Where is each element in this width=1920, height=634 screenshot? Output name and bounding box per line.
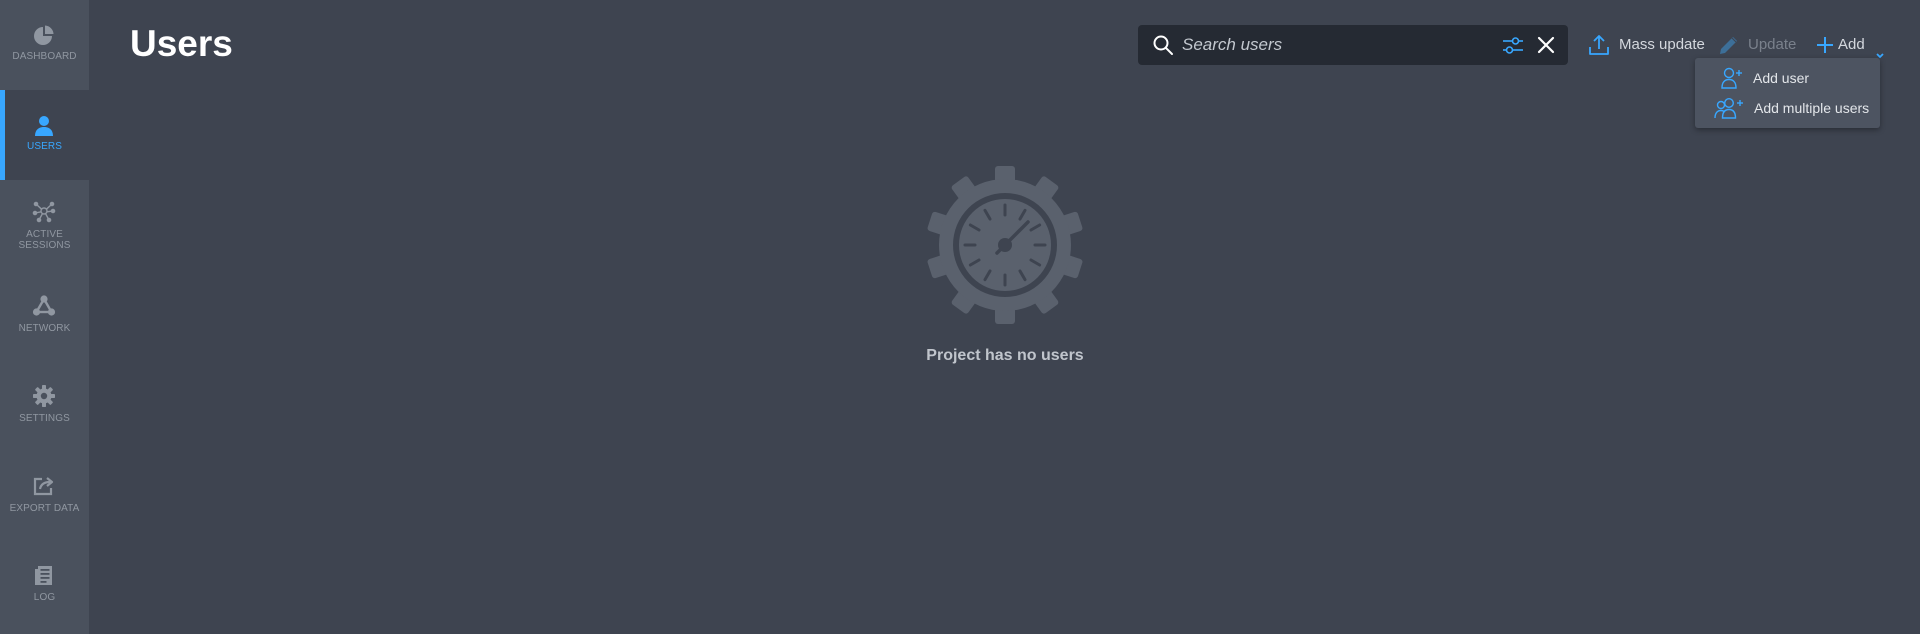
app-window: DASHBOARD USERS ACTIVE SESSIONS NETWORK …: [0, 0, 1920, 634]
sidebar-item-network[interactable]: NETWORK: [0, 270, 89, 360]
mass-update-button[interactable]: Mass update: [1587, 30, 1705, 60]
export-icon: [32, 474, 56, 498]
sidebar-item-label: DASHBOARD: [12, 51, 77, 62]
sidebar-item-settings[interactable]: SETTINGS: [0, 360, 89, 450]
filter-settings-icon[interactable]: [1502, 34, 1524, 56]
menu-item-add-user[interactable]: Add user: [1695, 63, 1880, 93]
update-button[interactable]: Update: [1717, 30, 1797, 60]
search-box: [1138, 25, 1568, 65]
log-icon: [32, 564, 56, 588]
add-label: Add: [1838, 36, 1865, 53]
user-icon: [32, 114, 56, 138]
sidebar-item-active-sessions[interactable]: ACTIVE SESSIONS: [0, 180, 89, 270]
sidebar-item-label: ACTIVE SESSIONS: [18, 229, 71, 251]
menu-item-label: Add user: [1753, 70, 1810, 86]
empty-state-message: Project has no users: [926, 347, 1084, 364]
add-multiple-users-icon: [1713, 96, 1745, 120]
sidebar-item-log[interactable]: LOG: [0, 540, 89, 630]
sidebar-item-users[interactable]: USERS: [0, 90, 89, 180]
pie-chart-icon: [32, 24, 56, 48]
network-nodes-icon: [32, 199, 56, 223]
chevron-down-icon: [1875, 41, 1885, 59]
search-icon: [1152, 34, 1174, 56]
add-user-icon: [1719, 66, 1743, 90]
sidebar-item-label: EXPORT DATA: [9, 503, 80, 514]
update-label: Update: [1748, 36, 1797, 53]
menu-item-add-multiple-users[interactable]: Add multiple users: [1695, 93, 1880, 123]
sidebar-item-label: SETTINGS: [19, 413, 70, 424]
gear-clock-icon: [924, 164, 1086, 326]
sidebar-item-dashboard[interactable]: DASHBOARD: [0, 0, 89, 90]
network-icon: [32, 294, 56, 318]
sidebar-item-label: NETWORK: [18, 323, 71, 334]
gear-icon: [32, 384, 56, 408]
plus-icon: [1813, 33, 1837, 57]
mass-update-label: Mass update: [1619, 36, 1705, 53]
close-icon[interactable]: [1536, 35, 1556, 55]
add-button[interactable]: Add: [1813, 30, 1885, 60]
upload-icon: [1587, 33, 1611, 57]
search-input[interactable]: [1182, 25, 1482, 65]
pencil-icon: [1717, 33, 1741, 57]
sidebar: DASHBOARD USERS ACTIVE SESSIONS NETWORK …: [0, 0, 89, 634]
add-menu: Add user Add multiple users: [1695, 58, 1880, 128]
sidebar-item-export-data[interactable]: EXPORT DATA: [0, 450, 89, 540]
sidebar-item-label: USERS: [27, 141, 62, 152]
menu-item-label: Add multiple users: [1754, 100, 1870, 116]
page-title: Users: [130, 23, 233, 64]
sidebar-item-label: LOG: [33, 592, 56, 603]
